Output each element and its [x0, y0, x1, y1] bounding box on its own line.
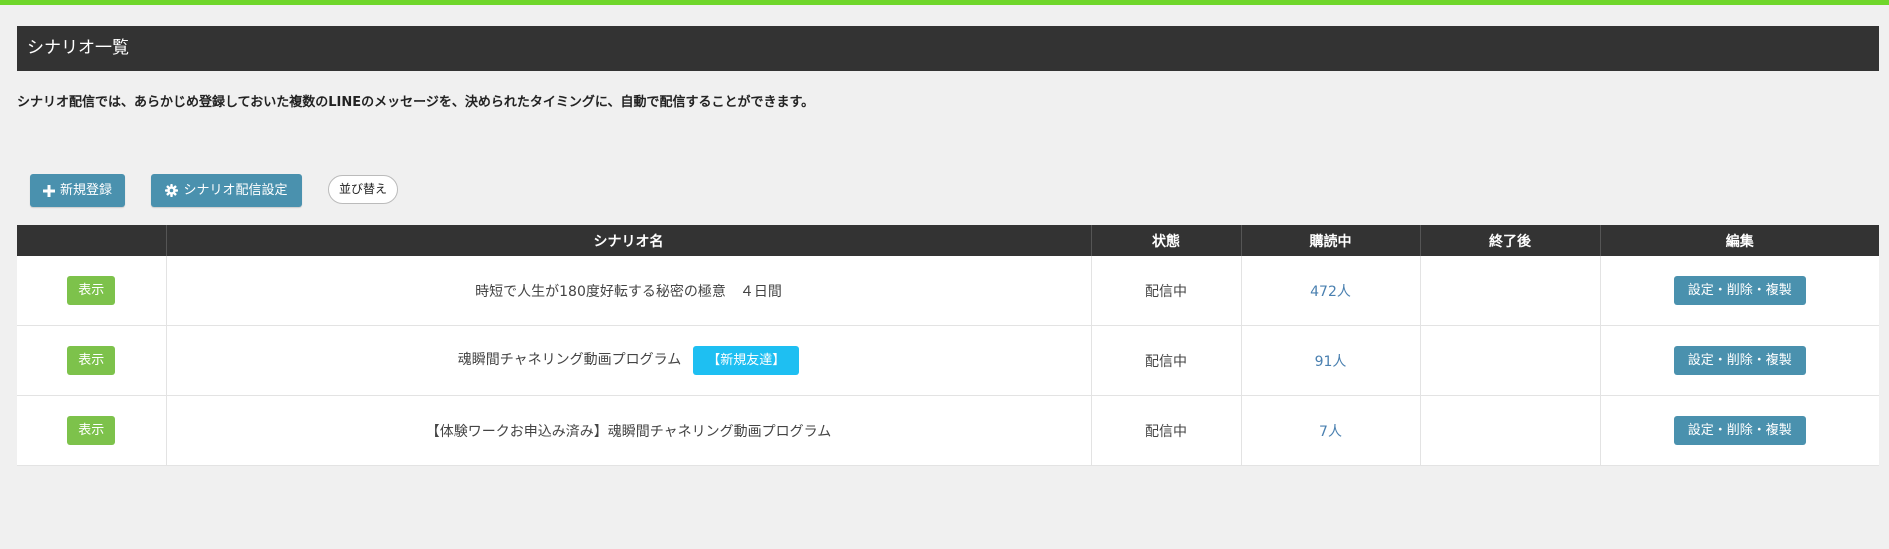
scenario-table: シナリオ名 状態 購読中 終了後 編集 表示 時短で人生が180度好転する秘密の…: [17, 225, 1879, 466]
table-row: 表示 【体験ワークお申込み済み】魂瞬間チャネリング動画プログラム 配信中 7人 …: [17, 395, 1879, 466]
edit-button[interactable]: 設定・削除・複製: [1673, 346, 1806, 375]
plus-icon: [42, 184, 55, 197]
subscribers-cell: 7人: [1240, 395, 1420, 466]
table-row: 表示 時短で人生が180度好転する秘密の極意 ４日間 配信中 472人 設定・削…: [17, 256, 1879, 326]
show-cell: 表示: [17, 395, 166, 466]
after-end-cell: [1419, 256, 1600, 326]
edit-button[interactable]: 設定・削除・複製: [1673, 416, 1806, 445]
subscribers-cell: 472人: [1240, 256, 1420, 326]
show-cell: 表示: [17, 325, 166, 396]
after-end-cell: [1419, 325, 1600, 396]
intro-text: シナリオ配信では、あらかじめ登録しておいた複数のLINEのメッセージを、決められ…: [17, 95, 815, 110]
edit-button[interactable]: 設定・削除・複製: [1673, 276, 1806, 305]
scenario-name: 魂瞬間チャネリング動画プログラム: [457, 352, 682, 368]
scenario-settings-button[interactable]: シナリオ配信設定: [151, 174, 302, 207]
status-cell: 配信中: [1090, 256, 1241, 326]
new-register-label: 新規登録: [59, 183, 112, 198]
show-button[interactable]: 表示: [67, 276, 116, 305]
status-cell: 配信中: [1090, 325, 1241, 396]
edit-cell: 設定・削除・複製: [1599, 256, 1879, 326]
status-cell: 配信中: [1090, 395, 1241, 466]
scenario-name: 時短で人生が180度好転する秘密の極意 ４日間: [475, 283, 782, 300]
new-register-button[interactable]: 新規登録: [30, 174, 125, 207]
show-button[interactable]: 表示: [67, 346, 116, 375]
sort-button[interactable]: 並び替え: [328, 175, 398, 204]
subscribers-link[interactable]: 7人: [1319, 424, 1342, 440]
after-end-cell: [1419, 395, 1600, 466]
page-title: シナリオ一覧: [17, 26, 1879, 71]
edit-cell: 設定・削除・複製: [1599, 325, 1879, 396]
top-accent-bar: [0, 0, 1889, 5]
new-friend-badge: 【新規友達】: [693, 346, 800, 375]
table-row: 表示 魂瞬間チャネリング動画プログラム 【新規友達】 配信中 91人 設定・削除・…: [17, 325, 1879, 396]
scenario-name-cell: 【体験ワークお申込み済み】魂瞬間チャネリング動画プログラム: [165, 395, 1091, 466]
scenario-name-cell: 時短で人生が180度好転する秘密の極意 ４日間: [165, 256, 1091, 326]
edit-cell: 設定・削除・複製: [1599, 395, 1879, 466]
gear-icon: [165, 184, 179, 197]
column-header-edit: 編集: [1599, 225, 1879, 256]
table-header-row: シナリオ名 状態 購読中 終了後 編集: [17, 225, 1879, 256]
column-header-subscribers: 購読中: [1240, 225, 1420, 256]
subscribers-link[interactable]: 472人: [1310, 284, 1351, 300]
subscribers-link[interactable]: 91人: [1315, 354, 1347, 370]
column-header-status: 状態: [1090, 225, 1241, 256]
column-header-scenario-name: シナリオ名: [165, 225, 1091, 256]
show-button[interactable]: 表示: [67, 416, 116, 445]
subscribers-cell: 91人: [1240, 325, 1420, 396]
show-cell: 表示: [17, 256, 166, 326]
column-header-show: [17, 225, 166, 256]
column-header-after-end: 終了後: [1419, 225, 1600, 256]
scenario-name-cell: 魂瞬間チャネリング動画プログラム 【新規友達】: [165, 325, 1091, 396]
scenario-name: 【体験ワークお申込み済み】魂瞬間チャネリング動画プログラム: [425, 423, 832, 440]
scenario-settings-label: シナリオ配信設定: [183, 183, 288, 198]
